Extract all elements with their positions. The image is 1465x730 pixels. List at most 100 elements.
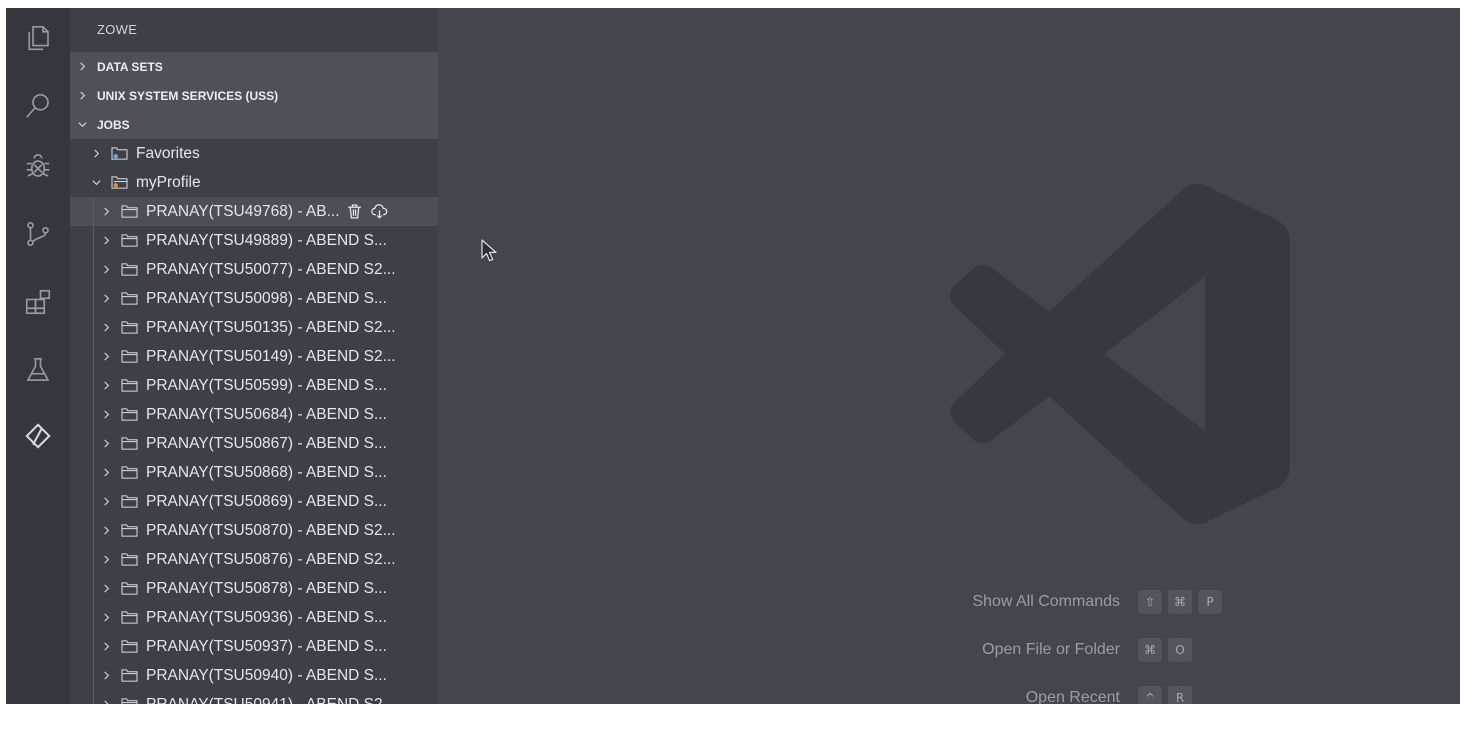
cloud-download-icon[interactable] [370, 203, 388, 220]
tree-item-favorites[interactable]: Favorites [70, 139, 438, 168]
keybinding-key: O [1168, 638, 1192, 662]
tree-item-label: Favorites [136, 144, 200, 162]
debug-icon[interactable] [20, 148, 56, 184]
chevron-right-icon [101, 380, 113, 391]
folder-icon [121, 523, 138, 538]
job-label: PRANAY(TSU50869) - ABEND S... [146, 492, 387, 510]
job-row[interactable]: PRANAY(TSU50936) - ABEND S... [70, 603, 438, 632]
tree-indent-guide [93, 632, 94, 661]
job-row[interactable]: PRANAY(TSU50870) - ABEND S2... [70, 516, 438, 545]
chevron-right-icon [101, 641, 113, 652]
chevron-right-icon [101, 496, 113, 507]
tree-item-label: myProfile [136, 173, 201, 191]
folder-icon [121, 581, 138, 596]
shortcut-label[interactable]: Show All Commands [918, 593, 1138, 611]
job-label: PRANAY(TSU50937) - ABEND S... [146, 637, 387, 655]
job-row[interactable]: PRANAY(TSU50077) - ABEND S2... [70, 255, 438, 284]
chevron-right-icon [101, 670, 113, 681]
folder-icon [121, 436, 138, 451]
keybinding-key: R [1168, 686, 1192, 704]
chevron-right-icon [101, 351, 113, 362]
job-row[interactable]: PRANAY(TSU50869) - ABEND S... [70, 487, 438, 516]
shortcut-hints: Show All Commands ⇧ ⌘ P Open File or Folder ⌘… [918, 578, 1438, 704]
folder-icon [121, 668, 138, 683]
tree-indent-guide [93, 255, 94, 284]
section-jobs[interactable]: JOBS [70, 110, 438, 139]
folder-icon [121, 465, 138, 480]
tree-indent-guide [93, 342, 94, 371]
chevron-right-icon [101, 293, 113, 304]
job-row[interactable]: PRANAY(TSU50149) - ABEND S2... [70, 342, 438, 371]
tree-indent-guide [93, 603, 94, 632]
chevron-right-icon [101, 322, 113, 333]
job-row[interactable]: PRANAY(TSU50940) - ABEND S... [70, 661, 438, 690]
job-label: PRANAY(TSU50077) - ABEND S2... [146, 260, 396, 278]
folder-icon [121, 378, 138, 393]
source-control-icon[interactable] [20, 216, 56, 252]
folder-icon [121, 233, 138, 248]
job-label: PRANAY(TSU50135) - ABEND S2... [146, 318, 396, 336]
job-row[interactable]: PRANAY(TSU50868) - ABEND S... [70, 458, 438, 487]
job-row[interactable]: PRANAY(TSU50878) - ABEND S... [70, 574, 438, 603]
folder-icon [121, 610, 138, 625]
profile-folder-open-icon [111, 175, 128, 190]
keybinding-key: ⇧ [1138, 590, 1162, 614]
search-icon[interactable] [20, 88, 56, 124]
section-uss[interactable]: UNIX SYSTEM SERVICES (USS) [70, 81, 438, 110]
section-label: UNIX SYSTEM SERVICES (USS) [97, 88, 279, 103]
job-row[interactable]: PRANAY(TSU50941) - ABEND S2... [70, 690, 438, 704]
job-label: PRANAY(TSU50098) - ABEND S... [146, 289, 387, 307]
job-label: PRANAY(TSU50940) - ABEND S... [146, 666, 387, 684]
shortcut-label[interactable]: Open File or Folder [918, 641, 1138, 659]
activity-bar [6, 8, 70, 704]
tree-indent-guide [93, 226, 94, 255]
shortcut-label[interactable]: Open Recent [918, 689, 1138, 704]
job-row[interactable]: PRANAY(TSU50684) - ABEND S... [70, 400, 438, 429]
chevron-right-icon [101, 554, 113, 565]
trash-icon[interactable] [346, 203, 363, 220]
chevron-down-icon [77, 119, 91, 130]
job-row[interactable]: PRANAY(TSU50098) - ABEND S... [70, 284, 438, 313]
job-label: PRANAY(TSU50941) - ABEND S2... [146, 695, 396, 705]
job-row[interactable]: PRANAY(TSU50876) - ABEND S2... [70, 545, 438, 574]
job-row[interactable]: PRANAY(TSU49889) - ABEND S... [70, 226, 438, 255]
chevron-right-icon [101, 235, 113, 246]
chevron-right-icon [101, 409, 113, 420]
job-row[interactable]: PRANAY(TSU49768) - AB... [70, 197, 438, 226]
job-row[interactable]: PRANAY(TSU50937) - ABEND S... [70, 632, 438, 661]
chevron-right-icon [91, 148, 103, 159]
chevron-right-icon [77, 90, 91, 101]
keybinding-key: ⌘ [1138, 638, 1162, 662]
job-row[interactable]: PRANAY(TSU50599) - ABEND S... [70, 371, 438, 400]
folder-icon [121, 320, 138, 335]
extensions-icon[interactable] [20, 284, 56, 320]
chevron-right-icon [101, 206, 113, 217]
zowe-explorer-sidebar: ZOWE DATA SETS UNIX SYSTEM SERVICES (USS… [70, 8, 438, 704]
chevron-right-icon [101, 612, 113, 623]
job-label: PRANAY(TSU50878) - ABEND S... [146, 579, 387, 597]
job-label: PRANAY(TSU50599) - ABEND S... [146, 376, 387, 394]
folder-icon [121, 349, 138, 364]
tree-indent-guide [93, 458, 94, 487]
section-data-sets[interactable]: DATA SETS [70, 52, 438, 81]
shortcut-row: Open Recent ^ R [918, 674, 1438, 704]
folder-icon [121, 262, 138, 277]
job-label: PRANAY(TSU49768) - AB... [146, 202, 340, 220]
tree-indent-guide [93, 284, 94, 313]
tree-indent-guide [93, 313, 94, 342]
chevron-right-icon [101, 699, 113, 704]
zowe-icon[interactable] [20, 418, 56, 454]
explorer-icon[interactable] [20, 20, 56, 56]
job-list: PRANAY(TSU49768) - AB... PRANAY(TSU49889)… [70, 197, 438, 704]
chevron-right-icon [101, 264, 113, 275]
tree-indent-guide [93, 197, 94, 226]
job-row[interactable]: PRANAY(TSU50867) - ABEND S... [70, 429, 438, 458]
job-row[interactable]: PRANAY(TSU50135) - ABEND S2... [70, 313, 438, 342]
sidebar-title: ZOWE [97, 22, 138, 37]
job-label: PRANAY(TSU50870) - ABEND S2... [146, 521, 396, 539]
tree-indent-guide [93, 661, 94, 690]
folder-icon [121, 494, 138, 509]
tree-indent-guide [93, 690, 94, 704]
tree-item-myprofile[interactable]: myProfile [70, 168, 438, 197]
testing-icon[interactable] [20, 352, 56, 388]
